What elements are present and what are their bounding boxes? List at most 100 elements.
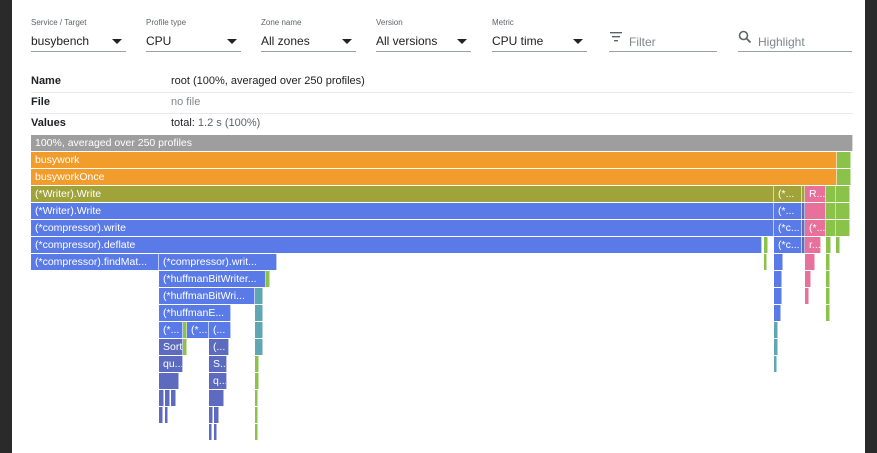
frame-small[interactable] bbox=[836, 237, 840, 253]
filter-label: Metric bbox=[492, 18, 514, 27]
frame-q[interactable]: q... bbox=[209, 373, 227, 389]
frame-small[interactable] bbox=[183, 339, 187, 355]
info-value: no file bbox=[171, 96, 201, 108]
frame-small[interactable] bbox=[774, 305, 781, 321]
frame-small[interactable] bbox=[774, 271, 782, 287]
frame-compressor-writ[interactable]: (*compressor).writ... bbox=[159, 254, 277, 270]
frame-small[interactable] bbox=[826, 237, 831, 253]
frame-writer-side[interactable]: (*... bbox=[774, 203, 802, 219]
frame-small[interactable] bbox=[836, 203, 850, 219]
frame-small[interactable] bbox=[837, 152, 851, 168]
frame-small[interactable] bbox=[826, 254, 830, 270]
info-value: root (100%, averaged over 250 profiles) bbox=[171, 75, 365, 87]
frame-small[interactable] bbox=[774, 322, 778, 338]
filter-value: busybench bbox=[31, 34, 90, 48]
profile-type-dropdown[interactable]: Profile type CPU bbox=[146, 18, 241, 52]
frame-root[interactable]: 100%, averaged over 250 profiles bbox=[31, 135, 853, 151]
frame-small[interactable] bbox=[209, 407, 213, 423]
frame-pink-small[interactable]: r... bbox=[805, 237, 821, 253]
frame-c1[interactable]: (*... bbox=[159, 322, 183, 338]
frame-small[interactable] bbox=[165, 390, 170, 406]
frame-small[interactable] bbox=[209, 424, 212, 440]
frame-small[interactable] bbox=[805, 254, 815, 270]
frame-c3[interactable]: (... bbox=[209, 322, 231, 338]
frame-small[interactable] bbox=[837, 169, 851, 185]
frame-small[interactable] bbox=[774, 339, 778, 355]
frame-small[interactable] bbox=[764, 254, 767, 270]
frame-small[interactable] bbox=[805, 288, 809, 304]
frame-writer-write[interactable]: (*Writer).Write bbox=[31, 186, 774, 202]
frame-s[interactable]: S... bbox=[209, 356, 227, 372]
frame-pink-small[interactable]: (*... bbox=[805, 220, 826, 236]
info-key: Name bbox=[31, 75, 61, 87]
frame-small[interactable] bbox=[826, 271, 830, 287]
frame-busywork[interactable]: busywork bbox=[31, 152, 837, 168]
zone-name-dropdown[interactable]: Zone name All zones bbox=[261, 18, 356, 52]
frame-small[interactable] bbox=[159, 407, 163, 423]
frame-qu[interactable]: qu... bbox=[159, 356, 183, 372]
frame-small[interactable] bbox=[836, 220, 850, 236]
frame-huffman-wri[interactable]: (*huffmanBitWri... bbox=[159, 288, 255, 304]
frame-find-match[interactable]: (*compressor).findMat... bbox=[31, 254, 159, 270]
frame-small[interactable] bbox=[171, 390, 176, 406]
frame-writer-write-2[interactable]: (*Writer).Write bbox=[31, 203, 774, 219]
frame-small[interactable] bbox=[159, 373, 179, 389]
filter-label: Service / Target bbox=[31, 18, 87, 27]
filter-input[interactable]: Filter bbox=[609, 18, 717, 52]
filter-value: All versions bbox=[376, 34, 438, 48]
info-value: total: 1.2 s (100%) bbox=[171, 117, 261, 129]
frame-busyworkonce[interactable]: busyworkOnce bbox=[31, 169, 837, 185]
frame-small[interactable] bbox=[774, 356, 777, 372]
frame-small[interactable] bbox=[774, 288, 782, 304]
frame-small[interactable] bbox=[255, 339, 263, 355]
frame-small[interactable] bbox=[836, 186, 850, 202]
frame-small[interactable] bbox=[209, 390, 224, 406]
frame-small[interactable] bbox=[255, 373, 259, 389]
frame-compressor-write[interactable]: (*compressor).write bbox=[31, 220, 774, 236]
frame-small[interactable] bbox=[764, 237, 768, 253]
filter-lines-icon bbox=[610, 32, 622, 42]
frame-small[interactable] bbox=[826, 305, 830, 321]
frame-huffman-writer[interactable]: (*huffmanBitWriter... bbox=[159, 271, 266, 287]
highlight-input[interactable]: Highlight bbox=[738, 18, 852, 52]
frame-small[interactable] bbox=[255, 424, 258, 440]
frame-huffman-e[interactable]: (*huffmanE... bbox=[159, 305, 231, 321]
frame-c2[interactable]: (*... bbox=[187, 322, 209, 338]
frame-small[interactable] bbox=[214, 407, 219, 423]
frame-small[interactable] bbox=[805, 271, 811, 287]
frame-small[interactable] bbox=[266, 271, 270, 287]
frame-compressor-side[interactable]: (*c... bbox=[774, 237, 802, 253]
highlight-placeholder: Highlight bbox=[758, 35, 805, 49]
frame-small[interactable] bbox=[255, 407, 258, 423]
frame-small[interactable] bbox=[826, 186, 836, 202]
frame-small[interactable] bbox=[255, 356, 259, 372]
version-dropdown[interactable]: Version All versions bbox=[376, 18, 471, 52]
frame-small[interactable] bbox=[165, 407, 168, 423]
frame-small[interactable] bbox=[826, 220, 836, 236]
filter-label: Version bbox=[376, 18, 403, 27]
info-row-values: Values total: 1.2 s (100%) bbox=[31, 113, 853, 134]
info-row-name: Name root (100%, averaged over 250 profi… bbox=[31, 71, 853, 93]
frame-small[interactable] bbox=[159, 390, 164, 406]
frame-r[interactable]: R... bbox=[805, 186, 826, 202]
frame-small[interactable] bbox=[214, 424, 217, 440]
frame-small[interactable] bbox=[826, 203, 836, 219]
frame-small[interactable] bbox=[255, 288, 263, 304]
frame-small[interactable] bbox=[255, 305, 263, 321]
frame-small[interactable] bbox=[774, 254, 783, 270]
info-key: File bbox=[31, 96, 50, 108]
frame-compressor-deflate[interactable]: (*compressor).deflate bbox=[31, 237, 762, 253]
frame-sort[interactable]: Sort bbox=[159, 339, 183, 355]
search-icon bbox=[738, 30, 752, 44]
frame-small[interactable] bbox=[255, 322, 263, 338]
frame-small[interactable] bbox=[826, 288, 830, 304]
frame-small[interactable] bbox=[255, 390, 258, 406]
frame-writer-side[interactable]: (*... bbox=[774, 186, 802, 202]
service-target-dropdown[interactable]: Service / Target busybench bbox=[31, 18, 126, 52]
metric-dropdown[interactable]: Metric CPU time bbox=[492, 18, 587, 52]
info-row-file: File no file bbox=[31, 92, 853, 114]
frame-pink-small[interactable] bbox=[805, 203, 826, 219]
frame-compressor-side[interactable]: (*c... bbox=[774, 220, 802, 236]
filter-value: CPU bbox=[146, 34, 172, 48]
frame-c4[interactable]: (... bbox=[209, 339, 229, 355]
